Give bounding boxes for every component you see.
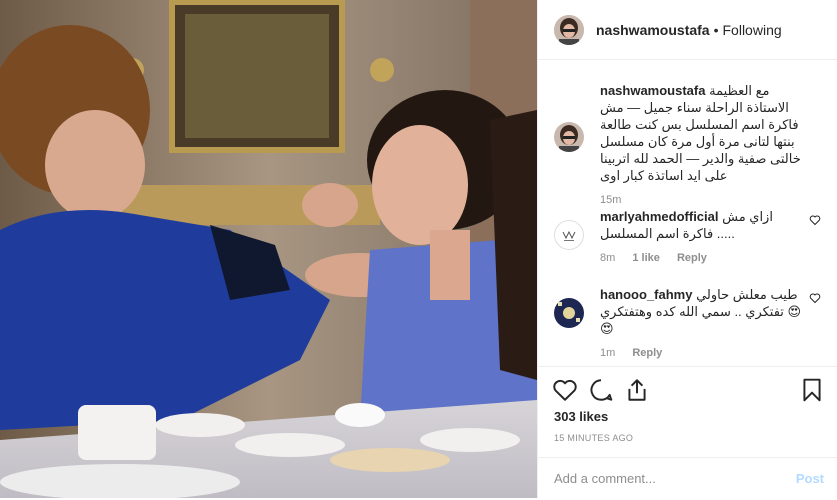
- comment-content: hanooo_fahmy طيب معلش حاولي تفتكري .. سم…: [600, 286, 803, 337]
- reply-button[interactable]: Reply: [632, 347, 662, 359]
- caption-username[interactable]: nashwamoustafa: [600, 83, 705, 98]
- heart-icon[interactable]: [552, 377, 578, 403]
- caption-body: nashwamoustafa مع العظيمة الاستاذة الراح…: [600, 82, 803, 209]
- post-photo-image: [0, 0, 537, 498]
- caption-content: nashwamoustafa مع العظيمة الاستاذة الراح…: [600, 82, 803, 184]
- avatar[interactable]: [554, 220, 584, 250]
- header-username[interactable]: nashwamoustafa: [596, 22, 710, 38]
- comment-username[interactable]: hanooo_fahmy: [600, 287, 692, 302]
- comment-content: marlyahmedofficial ازاي مش فاكرة اسم الم…: [600, 208, 803, 242]
- comment-item: marlyahmedofficial ازاي مش فاكرة اسم الم…: [554, 208, 821, 268]
- post-side-panel: nashwamoustafa • Following nashwamoustaf…: [537, 0, 837, 498]
- comment-body: marlyahmedofficial ازاي مش فاكرة اسم الم…: [600, 208, 803, 267]
- comment-meta: 1m Reply: [600, 345, 803, 362]
- avatar[interactable]: [554, 14, 584, 45]
- comment-time: 8m: [600, 252, 616, 264]
- post-actions: 303 likes 15 MINUTES AGO Add a comment..…: [538, 366, 837, 499]
- avatar-image: [554, 122, 584, 152]
- caption-meta: 15m: [600, 192, 803, 209]
- like-comment-heart-icon[interactable]: [809, 292, 821, 304]
- post-header: nashwamoustafa • Following: [538, 0, 837, 60]
- avatar[interactable]: [554, 122, 584, 152]
- comments-section[interactable]: nashwamoustafa مع العظيمة الاستاذة الراح…: [538, 60, 837, 366]
- header-separator: •: [713, 21, 719, 38]
- post-photo[interactable]: [0, 0, 537, 498]
- comment-likes-count[interactable]: 1 like: [632, 252, 660, 264]
- comment-time: 1m: [600, 347, 616, 359]
- caption-time: 15m: [600, 194, 622, 206]
- instagram-post: nashwamoustafa • Following nashwamoustaf…: [0, 0, 837, 498]
- follow-status-button[interactable]: Following: [723, 22, 782, 38]
- comment-body: hanooo_fahmy طيب معلش حاولي تفتكري .. سم…: [600, 286, 803, 362]
- reply-button[interactable]: Reply: [677, 252, 707, 264]
- likes-count[interactable]: 303 likes: [554, 409, 608, 424]
- like-comment-heart-icon[interactable]: [809, 214, 821, 226]
- comment-item: hanooo_fahmy طيب معلش حاولي تفتكري .. سم…: [554, 286, 821, 359]
- add-comment-input[interactable]: Add a comment...: [554, 471, 656, 486]
- caption: nashwamoustafa مع العظيمة الاستاذة الراح…: [554, 82, 821, 206]
- post-timestamp[interactable]: 15 MINUTES AGO: [554, 433, 633, 443]
- avatar-image: [554, 14, 584, 45]
- post-comment-button[interactable]: Post: [796, 471, 824, 486]
- bookmark-icon[interactable]: [799, 377, 825, 403]
- share-icon[interactable]: [624, 377, 650, 403]
- comment-username[interactable]: marlyahmedofficial: [600, 209, 719, 224]
- comment-meta: 8m 1 like Reply: [600, 250, 803, 267]
- caption-text: مع العظيمة الاستاذة الراحلة سناء جميل — …: [600, 83, 801, 183]
- avatar-image: [554, 220, 584, 250]
- comment-icon[interactable]: [588, 377, 614, 403]
- avatar[interactable]: [554, 298, 584, 328]
- add-comment-bar: Add a comment... Post: [538, 457, 837, 500]
- avatar-image: [554, 298, 584, 328]
